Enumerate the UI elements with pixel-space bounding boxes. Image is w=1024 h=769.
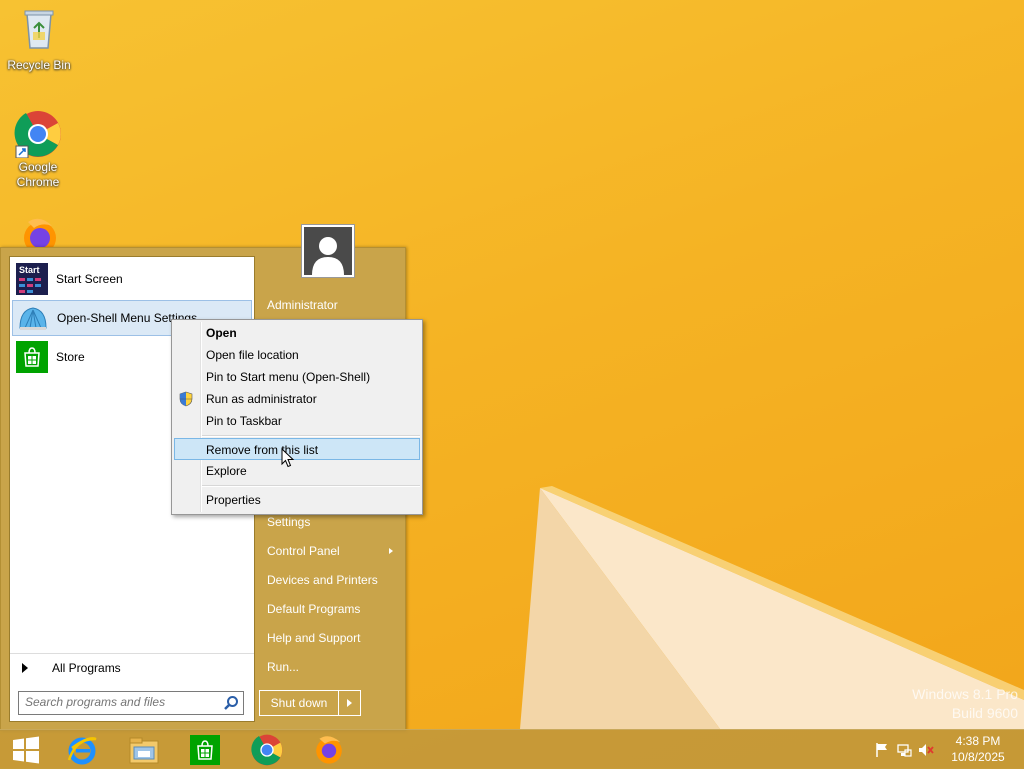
user-avatar[interactable] [301, 224, 355, 278]
program-label: Store [56, 350, 85, 364]
volume-muted-icon[interactable] [918, 742, 934, 758]
desktop-icon-recycle-bin[interactable]: Recycle Bin [1, 6, 77, 73]
taskbar-firefox[interactable] [303, 732, 355, 768]
taskbar-internet-explorer[interactable] [56, 732, 108, 768]
desktop-icon-google-chrome[interactable]: Google Chrome [0, 110, 76, 190]
user-folder-link[interactable]: Administrator [267, 294, 399, 316]
menu-item-properties[interactable]: Properties [174, 489, 420, 511]
control-panel-label: Control Panel [267, 544, 340, 558]
taskbar-chrome[interactable] [241, 732, 293, 768]
windows-version-watermark: Windows 8.1 Pro Build 9600 [912, 686, 1018, 721]
mouse-cursor-icon [281, 448, 295, 468]
chrome-icon [251, 734, 283, 766]
all-programs-button[interactable]: All Programs [10, 653, 254, 682]
menu-item-remove-from-list[interactable]: Remove from this list [174, 438, 420, 460]
shutdown-button[interactable]: Shut down [260, 691, 339, 715]
firefox-icon [316, 736, 342, 764]
run-link[interactable]: Run... [267, 656, 399, 678]
menu-item-explore[interactable]: Explore [174, 460, 420, 482]
svg-text:Start: Start [19, 265, 40, 275]
clock-date: 10/8/2025 [951, 750, 1005, 764]
shutdown-options-button[interactable] [339, 691, 360, 715]
taskbar-clock[interactable]: 4:38 PM 10/8/2025 [948, 733, 1008, 765]
menu-item-pin-taskbar[interactable]: Pin to Taskbar [174, 410, 420, 432]
menu-separator [202, 435, 420, 437]
menu-item-pin-start[interactable]: Pin to Start menu (Open-Shell) [174, 366, 420, 388]
internet-explorer-icon [67, 737, 97, 765]
system-tray: 4:38 PM 10/8/2025 [824, 730, 1024, 769]
store-icon [16, 341, 48, 373]
all-programs-label: All Programs [52, 661, 121, 675]
file-explorer-icon [129, 737, 159, 764]
context-menu: Open Open file location Pin to Start men… [171, 319, 423, 515]
submenu-arrow-icon [389, 548, 393, 554]
clock-time: 4:38 PM [955, 734, 1001, 748]
search-box[interactable] [18, 691, 244, 715]
action-center-flag-icon[interactable] [874, 742, 890, 758]
menu-item-open-file-location[interactable]: Open file location [174, 344, 420, 366]
start-screen-icon: Start [16, 263, 48, 295]
devices-printers-link[interactable]: Devices and Printers [267, 569, 399, 591]
search-icon[interactable] [223, 695, 239, 711]
expand-arrow-icon [22, 663, 28, 673]
menu-separator [202, 485, 420, 487]
network-icon[interactable] [896, 742, 912, 758]
shutdown-button-group: Shut down [259, 690, 361, 716]
recycle-bin-icon [19, 6, 59, 49]
default-programs-link[interactable]: Default Programs [267, 598, 399, 620]
menu-item-open[interactable]: Open [174, 322, 420, 344]
taskbar-store[interactable] [179, 732, 231, 768]
shell-icon [17, 302, 49, 334]
help-support-link[interactable]: Help and Support [267, 627, 399, 649]
program-label: Start Screen [56, 272, 123, 286]
control-panel-link[interactable]: Control Panel [267, 540, 399, 562]
search-input[interactable] [19, 692, 227, 712]
taskbar-file-explorer[interactable] [118, 732, 170, 768]
program-item-start-screen[interactable]: Start Start Screen [12, 261, 252, 297]
menu-item-run-as-admin[interactable]: Run as administrator [174, 388, 420, 410]
start-button[interactable] [0, 732, 52, 768]
user-icon [312, 237, 344, 275]
store-icon [190, 735, 220, 765]
windows-logo-icon [13, 736, 39, 764]
chrome-icon [14, 110, 61, 159]
taskbar: 4:38 PM 10/8/2025 [0, 729, 1024, 769]
